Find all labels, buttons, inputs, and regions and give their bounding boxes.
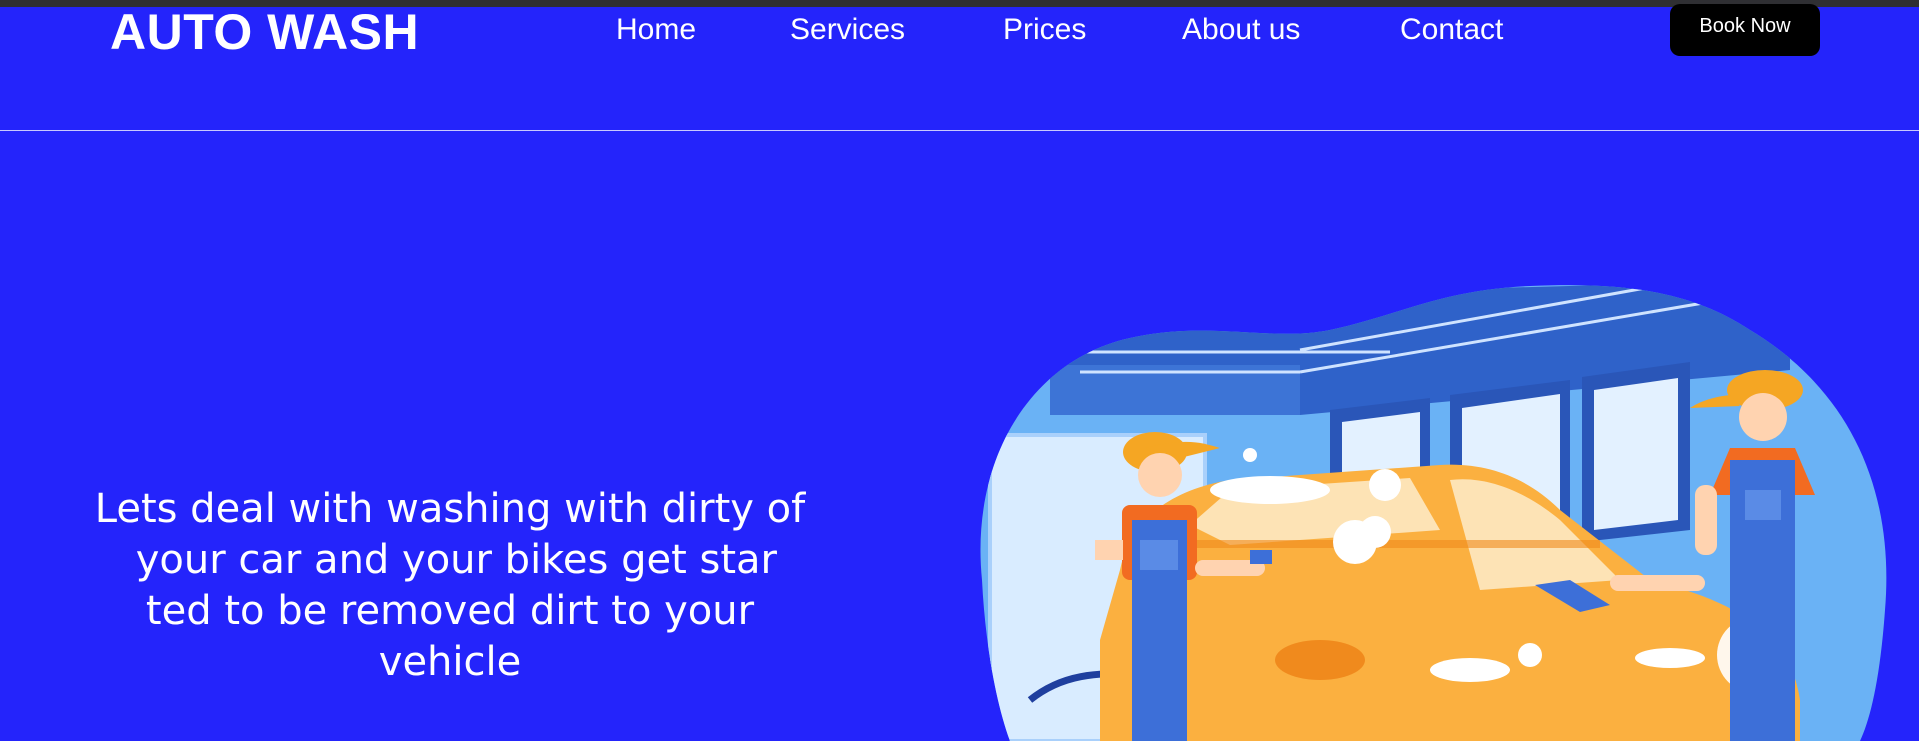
main-nav: Home Services Prices About us Contact <box>0 12 1919 52</box>
hero-line: vehicle <box>378 639 522 685</box>
nav-home[interactable]: Home <box>616 12 696 48</box>
nav-services[interactable]: Services <box>790 12 905 48</box>
book-now-button[interactable]: Book Now <box>1670 4 1820 56</box>
hero-line: Lets deal with washing with dirty of <box>94 486 806 532</box>
nav-contact[interactable]: Contact <box>1400 12 1503 48</box>
nav-about-us[interactable]: About us <box>1182 12 1300 48</box>
hero-line: ted to be removed dirt to your <box>145 588 755 634</box>
hero-headline: Lets deal with washing with dirty of you… <box>60 484 840 688</box>
nav-prices[interactable]: Prices <box>1003 12 1086 48</box>
car-wash-illustration <box>980 285 1887 741</box>
hero-line: your car and your bikes get star <box>123 537 777 583</box>
header-divider <box>0 130 1919 131</box>
